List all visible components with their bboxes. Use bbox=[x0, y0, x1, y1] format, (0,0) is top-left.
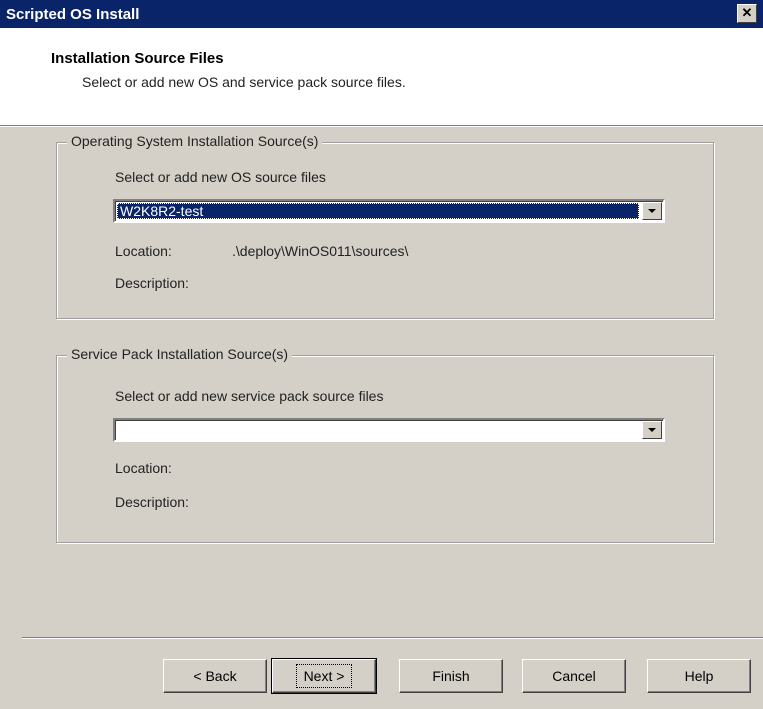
page-subtitle: Select or add new OS and service pack so… bbox=[82, 74, 406, 90]
finish-button-label: Finish bbox=[432, 668, 470, 684]
finish-button[interactable]: Finish bbox=[399, 659, 503, 693]
os-source-prompt: Select or add new OS source files bbox=[115, 169, 326, 185]
next-button-label: Next > bbox=[295, 664, 353, 688]
chevron-down-icon[interactable] bbox=[642, 421, 662, 439]
close-icon[interactable]: ✕ bbox=[737, 4, 757, 23]
sp-source-selected-value bbox=[117, 422, 639, 438]
back-button-label: < Back bbox=[193, 668, 237, 684]
help-button-label: Help bbox=[684, 668, 714, 684]
os-source-selected-value: W2K8R2-test bbox=[117, 203, 639, 219]
os-location-label: Location: bbox=[115, 243, 172, 259]
sp-source-prompt: Select or add new service pack source fi… bbox=[115, 388, 384, 404]
cancel-button-label: Cancel bbox=[552, 668, 596, 684]
os-group-legend: Operating System Installation Source(s) bbox=[67, 133, 323, 149]
os-description-label: Description: bbox=[115, 275, 189, 291]
sp-source-select[interactable] bbox=[113, 418, 665, 442]
chevron-down-icon[interactable] bbox=[642, 202, 662, 220]
window-titlebar: Scripted OS Install ✕ bbox=[0, 0, 763, 28]
page-title: Installation Source Files bbox=[51, 50, 224, 67]
window-title: Scripted OS Install bbox=[6, 5, 140, 23]
os-source-group: Operating System Installation Source(s) … bbox=[56, 133, 714, 319]
next-button[interactable]: Next > bbox=[271, 658, 377, 694]
sp-group-legend: Service Pack Installation Source(s) bbox=[67, 346, 293, 362]
header-divider bbox=[0, 126, 763, 127]
sp-location-label: Location: bbox=[115, 460, 172, 476]
sp-source-group: Service Pack Installation Source(s) Sele… bbox=[56, 346, 714, 543]
sp-description-label: Description: bbox=[115, 494, 189, 510]
os-location-value: .\deploy\WinOS011\sources\ bbox=[232, 243, 409, 259]
cancel-button[interactable]: Cancel bbox=[522, 659, 626, 693]
os-source-select[interactable]: W2K8R2-test bbox=[113, 199, 665, 223]
back-button[interactable]: < Back bbox=[163, 659, 267, 693]
wizard-header: Installation Source Files Select or add … bbox=[0, 28, 763, 126]
help-button[interactable]: Help bbox=[647, 659, 751, 693]
